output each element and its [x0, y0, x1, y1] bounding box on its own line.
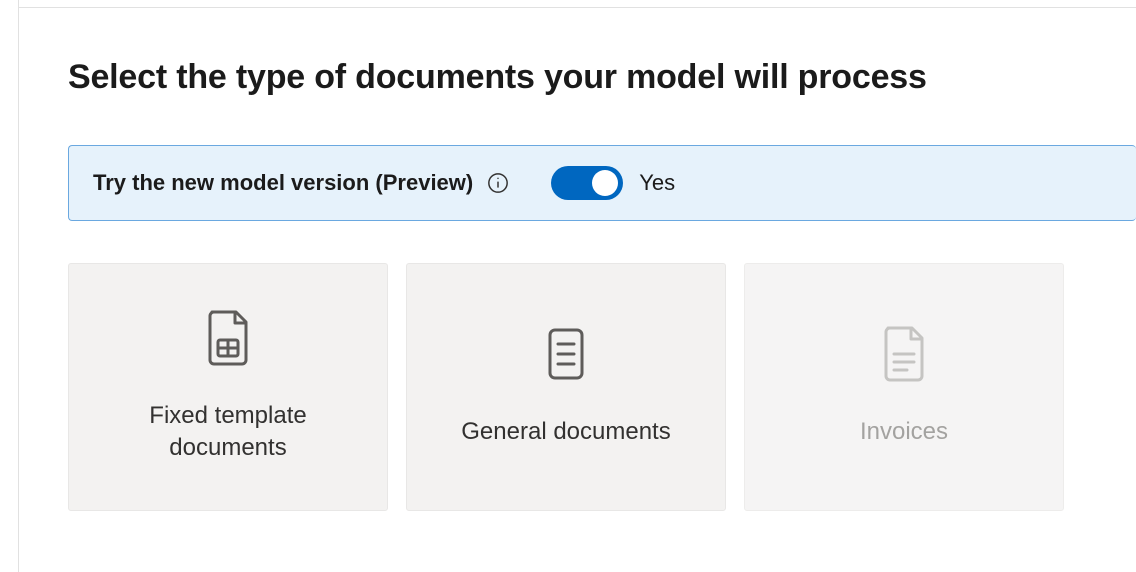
toggle-knob [592, 170, 618, 196]
document-type-cards: Fixed template documents General documen… [68, 263, 1136, 511]
preview-banner-label: Try the new model version (Preview) [93, 170, 473, 196]
card-label: Fixed template documents [89, 400, 367, 465]
main-content: Select the type of documents your model … [0, 8, 1136, 511]
card-label: Invoices [860, 416, 948, 448]
preview-toggle[interactable] [551, 166, 623, 200]
card-invoices[interactable]: Invoices [744, 263, 1064, 511]
fixed-template-document-icon [205, 310, 251, 366]
info-icon[interactable] [487, 172, 509, 194]
card-general-documents[interactable]: General documents [406, 263, 726, 511]
top-divider [18, 0, 1136, 8]
preview-banner: Try the new model version (Preview) Yes [68, 145, 1136, 221]
preview-toggle-group: Yes [551, 166, 675, 200]
invoice-document-icon [881, 326, 927, 382]
card-label: General documents [461, 416, 670, 448]
page-title: Select the type of documents your model … [68, 58, 1136, 97]
left-divider [18, 0, 19, 572]
preview-toggle-state: Yes [639, 170, 675, 196]
card-fixed-template-documents[interactable]: Fixed template documents [68, 263, 388, 511]
general-document-icon [543, 326, 589, 382]
